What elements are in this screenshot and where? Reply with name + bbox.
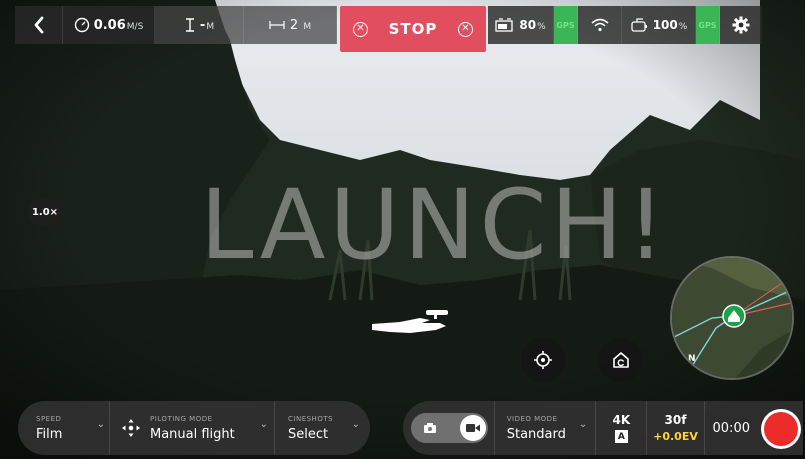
speedometer-icon <box>74 17 89 33</box>
stop-button[interactable]: ✕ STOP ✕ <box>340 6 486 52</box>
north-label: N <box>688 354 696 364</box>
record-section: 00:00 <box>705 401 804 455</box>
wifi-indicator <box>578 6 622 44</box>
speed-mode-value: Film <box>36 426 63 442</box>
chevron-down-icon: ⌄ <box>259 419 268 430</box>
gear-icon <box>732 16 750 34</box>
controller-battery-indicator: 100% <box>622 6 696 44</box>
speed-unit: M/S <box>126 21 144 32</box>
speed-value: 0.06 <box>93 17 126 33</box>
speed-mode-label: SPEED <box>36 414 62 423</box>
chevron-down-icon: ⌄ <box>351 419 360 430</box>
drone-battery-icon <box>495 18 514 32</box>
record-button[interactable] <box>761 409 802 449</box>
distance-value: 2 <box>289 17 299 33</box>
camera-settings-bar: VIDEO MODE Standard ⌄ 4K A 30f +0.0EV 00… <box>403 401 803 455</box>
drone-battery-value: 80 <box>519 18 537 32</box>
framerate-exposure-selector[interactable]: 30f +0.0EV <box>647 401 705 455</box>
video-mode-knob <box>459 415 486 441</box>
drone-battery-unit: % <box>537 22 546 32</box>
controller-gps-badge: GPS <box>696 6 720 44</box>
cineshots-value: Select <box>288 426 329 442</box>
altitude-value: - <box>199 17 206 33</box>
launch-overlay-text: LAUNCH! <box>200 169 670 281</box>
photo-video-toggle[interactable] <box>411 413 488 443</box>
record-timer: 00:00 <box>712 420 750 436</box>
chevron-down-icon: ⌄ <box>578 419 588 430</box>
cineshots-selector[interactable]: CINESHOTS Select ⌄ <box>275 401 370 455</box>
video-mode-label: VIDEO MODE <box>506 414 558 423</box>
zoom-level-button[interactable]: 1.0× <box>28 198 62 226</box>
drone-battery-indicator: 80% <box>488 6 554 44</box>
cineshots-label: CINESHOTS <box>288 414 334 423</box>
resolution-value: 4K <box>612 413 631 427</box>
wifi-icon <box>590 18 609 32</box>
flight-settings-bar: SPEED Film ⌄ PILOTING MODE Manual flight… <box>18 401 370 455</box>
exposure-value: +0.0EV <box>653 430 698 443</box>
controller-battery-unit: % <box>678 22 688 32</box>
drone-gps-badge: GPS <box>554 6 578 44</box>
return-home-button[interactable] <box>599 338 643 382</box>
record-dot-icon <box>764 412 799 446</box>
resolution-selector[interactable]: 4K A <box>596 401 648 455</box>
altitude-indicator: -M <box>155 6 244 44</box>
distance-icon <box>269 21 285 29</box>
piloting-mode-selector[interactable]: PILOTING MODE Manual flight ⌄ <box>110 401 275 455</box>
video-mode-selector[interactable]: VIDEO MODE Standard ⌄ <box>493 401 597 455</box>
camera-icon <box>424 423 436 433</box>
distance-indicator: 2 M <box>244 6 337 44</box>
distance-unit: M <box>303 21 312 32</box>
chevron-down-icon: ⌄ <box>96 419 105 430</box>
stop-label: STOP <box>388 20 438 38</box>
close-circle-icon: ✕ <box>458 21 473 37</box>
top-status-bar-right: 80% GPS 100% GPS <box>488 6 762 44</box>
chevron-left-icon <box>34 16 43 34</box>
hand-launch-icon <box>372 310 448 333</box>
back-button[interactable] <box>15 6 63 44</box>
speed-mode-selector[interactable]: SPEED Film ⌄ <box>18 401 110 455</box>
controller-battery-icon <box>631 18 647 32</box>
piloting-mode-label: PILOTING MODE <box>150 414 213 423</box>
controller-battery-value: 100 <box>652 18 678 32</box>
settings-button[interactable] <box>720 6 762 44</box>
crosshair-icon <box>534 351 552 369</box>
altitude-icon <box>185 18 194 32</box>
video-mode-value: Standard <box>506 426 566 442</box>
home-icon <box>613 352 629 368</box>
minimap[interactable]: N <box>670 256 794 380</box>
auto-badge: A <box>614 430 628 443</box>
video-camera-icon <box>465 424 480 432</box>
top-status-bar: 0.06M/S -M 2 M <box>15 6 337 44</box>
speed-indicator: 0.06M/S <box>63 6 155 44</box>
center-target-button[interactable] <box>521 338 565 382</box>
altitude-unit: M <box>206 21 215 32</box>
move-arrows-icon <box>122 419 140 437</box>
piloting-mode-value: Manual flight <box>150 426 235 442</box>
close-circle-icon: ✕ <box>353 21 368 37</box>
framerate-value: 30f <box>664 413 687 427</box>
